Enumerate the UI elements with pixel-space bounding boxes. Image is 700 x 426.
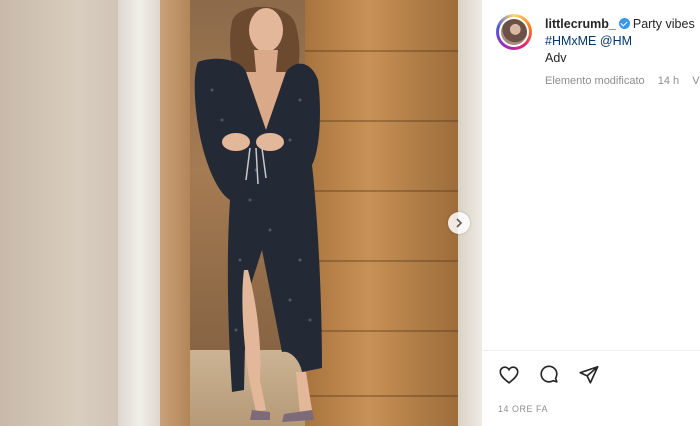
instagram-post: littlecrumb_ Party vibes #HMxME @HM Adv E… bbox=[0, 0, 700, 426]
paper-plane-icon bbox=[579, 365, 599, 384]
post-photo[interactable] bbox=[0, 0, 482, 426]
photo-woman-in-sequin-dress bbox=[0, 0, 482, 426]
caption-meta: Elemento modificato 14 h Vi bbox=[545, 75, 700, 87]
comment-icon bbox=[540, 365, 558, 383]
post-actions bbox=[496, 362, 602, 388]
post-side-panel: littlecrumb_ Party vibes #HMxME @HM Adv E… bbox=[482, 0, 700, 426]
heart-icon bbox=[499, 366, 519, 384]
reply-button[interactable]: Vi bbox=[692, 75, 700, 87]
avatar[interactable] bbox=[496, 14, 532, 50]
post-age: 14 h bbox=[657, 75, 680, 87]
post-timestamp: 14 ORE FA bbox=[498, 404, 549, 414]
chevron-right-icon bbox=[456, 218, 463, 228]
post-caption: littlecrumb_ Party vibes #HMxME @HM Adv bbox=[545, 16, 700, 67]
divider bbox=[482, 350, 700, 351]
next-image-button[interactable] bbox=[448, 212, 470, 234]
like-button[interactable] bbox=[496, 362, 522, 388]
hashtag-link[interactable]: #HMxME bbox=[545, 34, 596, 48]
username-link[interactable]: littlecrumb_ bbox=[545, 17, 616, 31]
edited-label: Elemento modificato bbox=[545, 75, 645, 87]
caption-text: Party vibes bbox=[632, 17, 695, 31]
mention-link[interactable]: @HM bbox=[600, 34, 632, 48]
verified-badge-icon bbox=[618, 18, 630, 29]
adv-label: Adv bbox=[545, 51, 567, 65]
comment-button[interactable] bbox=[536, 362, 562, 388]
share-button[interactable] bbox=[576, 362, 602, 388]
